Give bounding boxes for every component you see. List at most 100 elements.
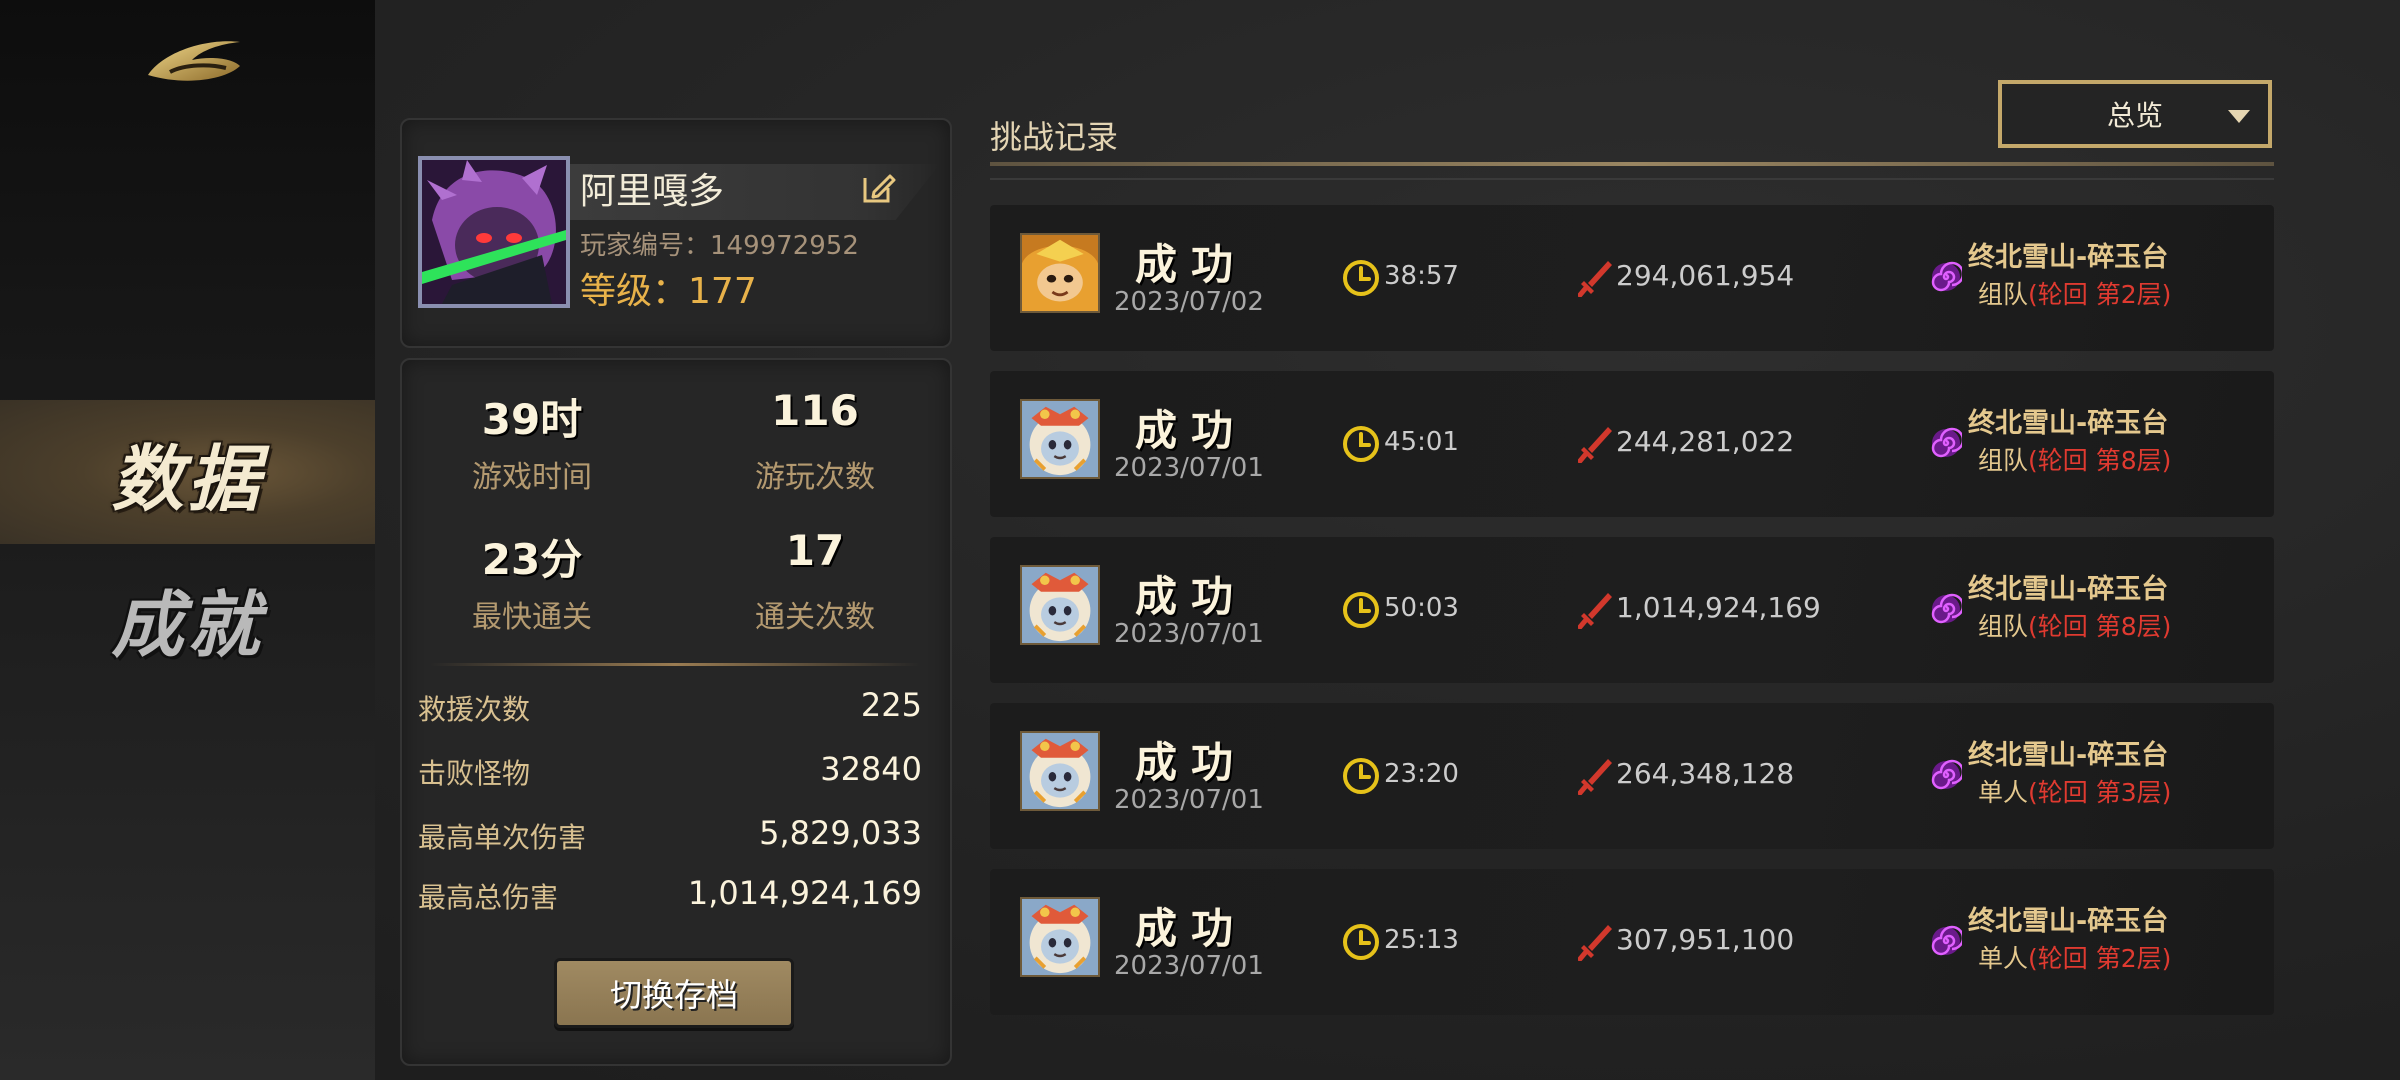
game-logo-icon	[148, 41, 240, 81]
record-result: 成功	[1135, 406, 1248, 455]
records-divider	[990, 162, 2274, 166]
record-row[interactable]: 成功 2023/07/01 23:20 264,348,128 终北雪山-碎玉台…	[990, 703, 2274, 849]
record-stage: 终北雪山-碎玉台	[1968, 242, 2169, 273]
clock-icon	[1342, 425, 1380, 463]
record-mode-line: 组队(轮回 第2层)	[1978, 275, 2171, 311]
nav-tab-achievements[interactable]: 成就	[0, 546, 375, 690]
player-name: 阿里嘎多	[580, 171, 725, 212]
record-duration: 38:57	[1384, 261, 1459, 291]
record-damage: 264,348,128	[1616, 757, 1795, 790]
spiral-stage-icon	[1930, 925, 1962, 957]
record-character-portrait	[1020, 731, 1100, 811]
record-result: 成功	[1135, 572, 1248, 621]
record-duration: 45:01	[1384, 427, 1459, 457]
record-mode: 单人	[1978, 944, 2029, 973]
record-stage: 终北雪山-碎玉台	[1968, 408, 2169, 439]
rescue-count-label: 救援次数	[418, 693, 531, 726]
record-date: 2023/07/01	[1114, 619, 1264, 649]
spiral-stage-icon	[1930, 593, 1962, 625]
record-mode-line: 组队(轮回 第8层)	[1978, 441, 2171, 477]
records-divider-shadow	[990, 178, 2274, 180]
player-id: 149972952	[710, 231, 859, 261]
player-level-row: 等级：177	[580, 262, 757, 314]
record-date: 2023/07/01	[1114, 951, 1264, 981]
switch-save-button[interactable]: 切换存档	[554, 958, 794, 1028]
record-cycle: (轮回 第3层)	[2028, 778, 2172, 807]
record-mode-line: 单人(轮回 第3层)	[1978, 773, 2171, 809]
record-mode: 组队	[1978, 612, 2029, 641]
record-stage: 终北雪山-碎玉台	[1968, 740, 2169, 771]
record-duration: 23:20	[1384, 759, 1459, 789]
record-row[interactable]: 成功 2023/07/02 38:57 294,061,954 终北雪山-碎玉台…	[990, 205, 2274, 351]
record-mode: 单人	[1978, 778, 2029, 807]
record-mode: 组队	[1978, 446, 2029, 475]
record-cycle: (轮回 第2层)	[2028, 280, 2172, 309]
record-damage: 307,951,100	[1616, 923, 1795, 956]
record-mode-line: 组队(轮回 第8层)	[1978, 607, 2171, 643]
max-single-damage-label: 最高单次伤害	[418, 821, 587, 854]
play-count-label: 游玩次数	[755, 460, 875, 495]
stats-divider	[430, 663, 920, 666]
record-result: 成功	[1135, 738, 1248, 787]
clock-icon	[1342, 923, 1380, 961]
play-time-value: 39时	[481, 395, 583, 444]
record-date: 2023/07/02	[1114, 287, 1264, 317]
lion-hero-icon	[1022, 401, 1098, 477]
record-row[interactable]: 成功 2023/07/01 45:01 244,281,022 终北雪山-碎玉台…	[990, 371, 2274, 517]
record-cycle: (轮回 第8层)	[2028, 446, 2172, 475]
max-total-damage-value: 1,014,924,169	[687, 874, 922, 912]
sword-damage-icon	[1578, 425, 1614, 463]
record-character-portrait	[1020, 897, 1100, 977]
record-mode: 组队	[1978, 280, 2029, 309]
clear-count-value: 17	[785, 526, 845, 575]
sword-damage-icon	[1578, 591, 1614, 629]
record-result: 成功	[1135, 904, 1248, 953]
clear-count-label: 通关次数	[755, 600, 875, 635]
record-row[interactable]: 成功 2023/07/01 50:03 1,014,924,169 终北雪山-碎…	[990, 537, 2274, 683]
record-result: 成功	[1135, 240, 1248, 289]
spiral-stage-icon	[1930, 759, 1962, 791]
records-filter-dropdown[interactable]: 总览	[1998, 80, 2272, 148]
record-date: 2023/07/01	[1114, 453, 1264, 483]
record-row[interactable]: 成功 2023/07/01 25:13 307,951,100 终北雪山-碎玉台…	[990, 869, 2274, 1015]
player-avatar[interactable]	[418, 156, 570, 308]
player-level-label: 等级：	[580, 271, 689, 312]
sword-damage-icon	[1578, 923, 1614, 961]
record-character-portrait	[1020, 565, 1100, 645]
record-character-portrait	[1020, 233, 1100, 313]
records-title: 挑战记录	[990, 118, 1119, 156]
monsters-defeated-value: 32840	[820, 750, 922, 788]
spiral-stage-icon	[1930, 427, 1962, 459]
fastest-clear-label: 最快通关	[472, 600, 592, 635]
record-duration: 50:03	[1384, 593, 1459, 623]
record-mode-line: 单人(轮回 第2层)	[1978, 939, 2171, 975]
record-damage: 244,281,022	[1616, 425, 1795, 458]
lion-hero-icon	[1022, 567, 1098, 643]
edit-name-icon[interactable]	[860, 170, 896, 206]
fastest-clear-value: 23分	[481, 535, 583, 584]
player-id-row: 玩家编号：149972952	[580, 225, 859, 262]
records-filter-value: 总览	[2106, 99, 2163, 132]
record-stage: 终北雪山-碎玉台	[1968, 906, 2169, 937]
record-damage: 294,061,954	[1616, 259, 1795, 292]
record-stage: 终北雪山-碎玉台	[1968, 574, 2169, 605]
dropdown-arrow-icon	[2228, 110, 2250, 123]
play-time-label: 游戏时间	[472, 460, 592, 495]
play-count-value: 116	[771, 386, 859, 435]
player-id-label: 玩家编号：	[580, 231, 711, 261]
record-duration: 25:13	[1384, 925, 1459, 955]
clock-icon	[1342, 591, 1380, 629]
spiral-stage-icon	[1930, 261, 1962, 293]
player-level: 177	[688, 271, 757, 312]
clock-icon	[1342, 259, 1380, 297]
sidebar: 数据 成就	[0, 0, 375, 1080]
rescue-count-value: 225	[860, 686, 922, 724]
nav-tab-data[interactable]: 数据	[0, 400, 375, 544]
monkey-hero-icon	[1022, 235, 1098, 311]
max-total-damage-label: 最高总伤害	[418, 881, 559, 914]
record-date: 2023/07/01	[1114, 785, 1264, 815]
record-character-portrait	[1020, 399, 1100, 479]
monsters-defeated-label: 击败怪物	[418, 757, 531, 790]
sword-damage-icon	[1578, 259, 1614, 297]
avatar-portrait-icon	[422, 160, 566, 304]
